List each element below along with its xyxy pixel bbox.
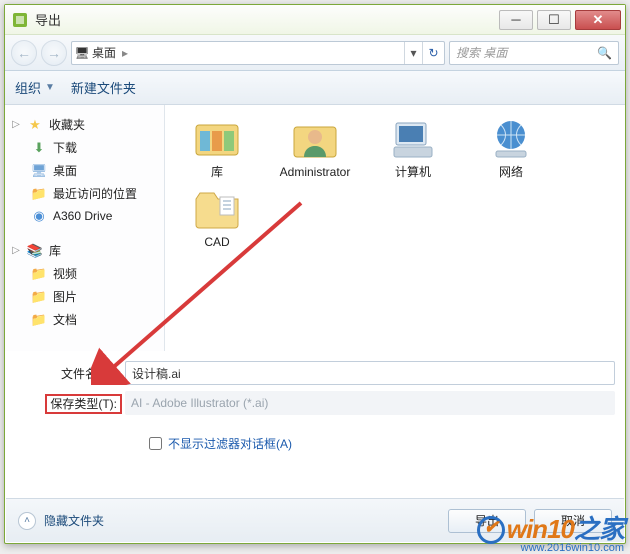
minimize-button[interactable]: ─ — [499, 10, 533, 30]
back-button[interactable]: ← — [11, 40, 37, 66]
search-placeholder: 搜索 桌面 — [456, 44, 507, 61]
file-list[interactable]: 库 Administrator 计算机 网络 — [165, 105, 625, 351]
search-icon: 🔍 — [597, 46, 612, 60]
library-icon — [189, 115, 245, 163]
computer-icon — [385, 115, 441, 163]
sidebar-desktop[interactable]: 🖥 桌面 — [9, 159, 160, 182]
hide-folders-link[interactable]: 隐藏文件夹 — [44, 512, 104, 529]
nav-bar: ← → 🖥 桌面 ▸ ▾ ↻ 搜索 桌面 🔍 — [5, 35, 625, 71]
savetype-row: 保存类型(T): AI - Adobe Illustrator (*.ai) — [23, 391, 615, 415]
sidebar: ▷ ★ 收藏夹 ⬇ 下载 🖥 桌面 📁 最近访问的位置 ◉ A360 Drive — [5, 105, 165, 351]
expand-icon: ▷ — [11, 119, 21, 130]
sidebar-documents[interactable]: 📁 文档 — [9, 308, 160, 331]
sidebar-videos[interactable]: 📁 视频 — [9, 262, 160, 285]
filename-label: 文件名(N): — [23, 365, 117, 382]
filename-row: 文件名(N): — [23, 361, 615, 385]
savetype-dropdown[interactable]: AI - Adobe Illustrator (*.ai) — [125, 391, 615, 415]
refresh-icon[interactable]: ↻ — [422, 42, 444, 64]
cloud-icon: ◉ — [31, 208, 47, 224]
hide-filter-checkbox[interactable] — [149, 437, 162, 450]
body: ▷ ★ 收藏夹 ⬇ 下载 🖥 桌面 📁 最近访问的位置 ◉ A360 Drive — [5, 105, 625, 351]
address-bar[interactable]: 🖥 桌面 ▸ ▾ ↻ — [71, 41, 445, 65]
expand-icon: ▷ — [11, 245, 21, 256]
breadcrumb-separator-icon: ▸ — [116, 46, 134, 60]
filter-checkbox-row: 不显示过滤器对话框(A) — [149, 435, 615, 452]
app-icon — [11, 11, 29, 29]
sidebar-a360[interactable]: ◉ A360 Drive — [9, 205, 160, 227]
export-dialog: 导出 ─ ☐ ✕ ← → 🖥 桌面 ▸ ▾ ↻ 搜索 桌面 🔍 组织 ▼ 新建文… — [4, 4, 626, 544]
location-text: 桌面 — [92, 44, 116, 61]
library-icon: 📚 — [27, 243, 43, 259]
address-dropdown-icon[interactable]: ▾ — [404, 42, 422, 64]
new-folder-button[interactable]: 新建文件夹 — [71, 78, 136, 97]
expand-folders-icon[interactable]: ˄ — [18, 512, 36, 530]
network-icon — [483, 115, 539, 163]
item-administrator[interactable]: Administrator — [275, 115, 355, 179]
desktop-icon: 🖥 — [72, 46, 92, 60]
hide-filter-label: 不显示过滤器对话框(A) — [168, 435, 292, 452]
arrow-left-icon: ← — [17, 45, 31, 61]
window-title: 导出 — [35, 10, 499, 29]
item-libraries[interactable]: 库 — [177, 115, 257, 179]
forward-button[interactable]: → — [41, 40, 67, 66]
item-computer[interactable]: 计算机 — [373, 115, 453, 179]
maximize-button[interactable]: ☐ — [537, 10, 571, 30]
titlebar: 导出 ─ ☐ ✕ — [5, 5, 625, 35]
document-icon: 📁 — [31, 312, 47, 328]
video-icon: 📁 — [31, 266, 47, 282]
sidebar-recent[interactable]: 📁 最近访问的位置 — [9, 182, 160, 205]
footer: ˄ 隐藏文件夹 导出 取消 — [6, 498, 624, 542]
organize-button[interactable]: 组织 ▼ — [15, 78, 55, 97]
download-icon: ⬇ — [31, 140, 47, 156]
desktop-icon: 🖥 — [31, 163, 47, 179]
item-cad[interactable]: CAD — [177, 185, 257, 249]
export-button[interactable]: 导出 — [448, 509, 526, 533]
sidebar-libraries[interactable]: ▷ 📚 库 — [9, 239, 160, 262]
star-icon: ★ — [27, 117, 43, 133]
picture-icon: 📁 — [31, 289, 47, 305]
cancel-button[interactable]: 取消 — [534, 509, 612, 533]
chevron-down-icon: ▼ — [45, 82, 55, 93]
close-button[interactable]: ✕ — [575, 10, 621, 30]
sidebar-favorites[interactable]: ▷ ★ 收藏夹 — [9, 113, 160, 136]
toolbar: 组织 ▼ 新建文件夹 — [5, 71, 625, 105]
arrow-right-icon: → — [47, 45, 61, 61]
sidebar-pictures[interactable]: 📁 图片 — [9, 285, 160, 308]
search-input[interactable]: 搜索 桌面 🔍 — [449, 41, 619, 65]
sidebar-downloads[interactable]: ⬇ 下载 — [9, 136, 160, 159]
recent-icon: 📁 — [31, 186, 47, 202]
form-area: 文件名(N): 保存类型(T): AI - Adobe Illustrator … — [5, 351, 625, 462]
filename-input[interactable] — [125, 361, 615, 385]
item-network[interactable]: 网络 — [471, 115, 551, 179]
folder-icon — [189, 185, 245, 233]
savetype-label: 保存类型(T): — [23, 395, 117, 412]
user-folder-icon — [287, 115, 343, 163]
